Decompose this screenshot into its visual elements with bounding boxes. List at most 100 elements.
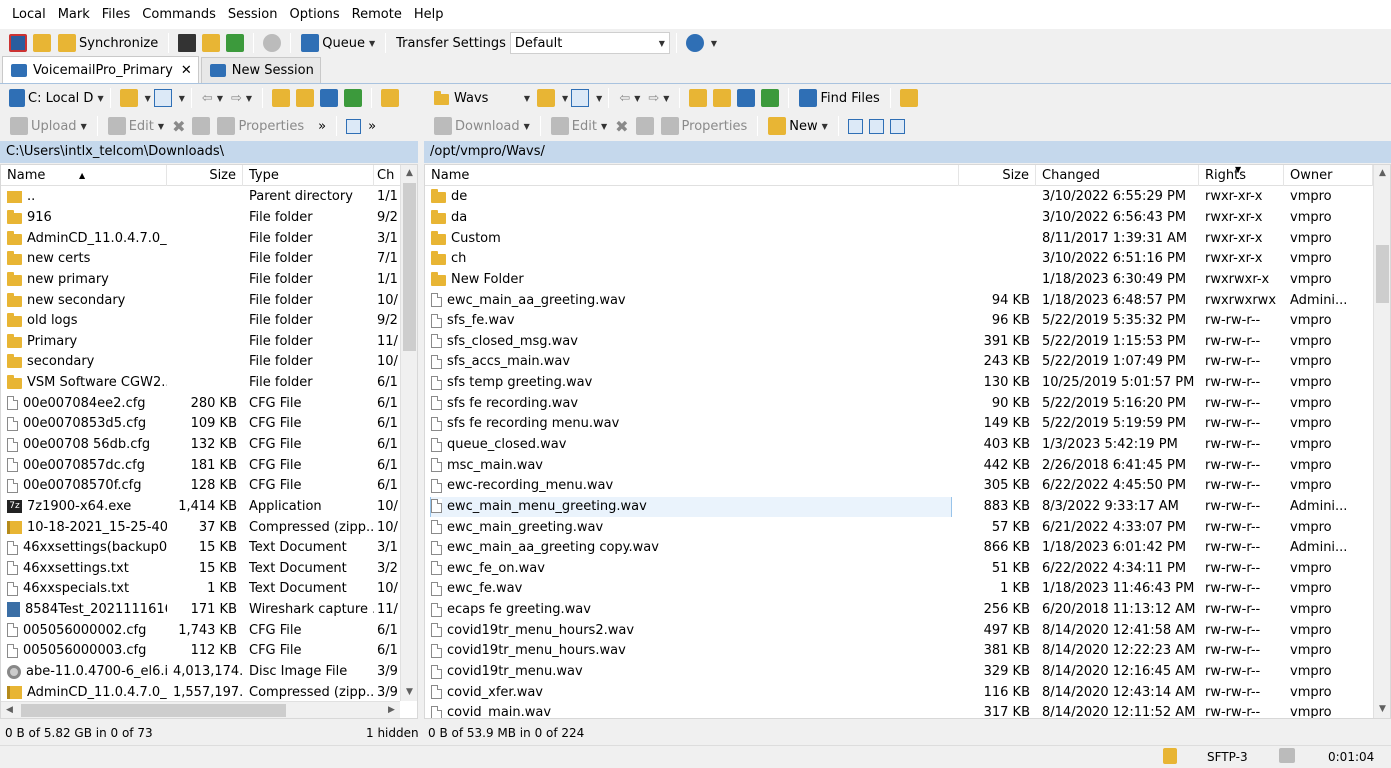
delete-icon[interactable]: ✖	[611, 114, 632, 138]
table-row[interactable]: 00e00708 56db.cfg 132 KB CFG File 6/1	[1, 435, 401, 456]
chevron-down-icon[interactable]: ▼	[562, 94, 568, 103]
table-row[interactable]: 8584Test_2021111616... 171 KB Wireshark ca…	[1, 600, 401, 621]
chevron-down-icon[interactable]: ▼	[596, 94, 602, 103]
rename-icon[interactable]	[192, 117, 211, 135]
table-row[interactable]: ewc-recording_menu.wav 305 KB 6/22/2022 4:…	[425, 476, 1373, 497]
table-row[interactable]: sfs temp greeting.wav 130 KB 10/25/2019 5:…	[425, 373, 1373, 394]
table-row[interactable]: sfs fe recording menu.wav 149 KB 5/22/2019…	[425, 414, 1373, 435]
transfer-settings-select[interactable]: Default ▼	[509, 32, 670, 54]
table-row[interactable]: da 3/10/2022 6:56:43 PM rwxr-xr-x vmpro	[425, 208, 1373, 229]
table-row[interactable]: 46xxsettings(backup0... 15 KB Text Documen…	[1, 538, 401, 559]
scroll-right-icon[interactable]: ▶	[383, 702, 400, 719]
table-row[interactable]: sfs_closed_msg.wav 391 KB 5/22/2019 1:15:5…	[425, 331, 1373, 352]
column-changed[interactable]: Changed	[1036, 165, 1199, 186]
table-row[interactable]: 7z 7z1900-x64.exe 1,414 KB Application 10/	[1, 497, 401, 518]
overflow-chevron-icon[interactable]: »	[364, 114, 380, 138]
download-button[interactable]: Download ▼	[430, 114, 534, 138]
table-row[interactable]: new certs File folder 7/1	[1, 249, 401, 270]
table-row[interactable]: old logs File folder 9/2	[1, 311, 401, 332]
table-row[interactable]: msc_main.wav 442 KB 2/26/2018 6:41:45 PM rw…	[425, 455, 1373, 476]
table-row[interactable]: queue_closed.wav 403 KB 1/3/2023 5:42:19 P…	[425, 435, 1373, 456]
refresh-icon[interactable]	[344, 89, 363, 107]
table-row[interactable]: covid19tr_menu_hours.wav 381 KB 8/14/2020 …	[425, 641, 1373, 662]
menu-item-help[interactable]: Help	[408, 0, 450, 29]
synchronize-button[interactable]: Synchronize	[54, 31, 162, 55]
table-row[interactable]: ewc_main_menu_greeting.wav 883 KB 8/3/2022…	[425, 496, 1373, 518]
table-row[interactable]: ch 3/10/2022 6:51:16 PM rwxr-xr-x vmpro	[425, 249, 1373, 270]
synchronize-browsing-icon[interactable]	[33, 34, 51, 52]
scroll-thumb[interactable]	[1376, 245, 1389, 303]
menu-item-commands[interactable]: Commands	[136, 0, 222, 29]
compare-directories-icon[interactable]	[9, 34, 27, 52]
table-row[interactable]: ewc_main_aa_greeting copy.wav 866 KB 1/18/…	[425, 538, 1373, 559]
queue-button[interactable]: Queue ▼	[297, 31, 379, 55]
table-row[interactable]: .. Parent directory 1/1	[1, 187, 401, 208]
properties-button[interactable]: Properties	[213, 114, 308, 138]
find-files-button[interactable]: Find Files	[795, 86, 883, 110]
table-row[interactable]: covid19tr_menu_hours2.wav 497 KB 8/14/2020…	[425, 620, 1373, 641]
chevron-down-icon[interactable]: ▼	[711, 39, 717, 48]
column-rights[interactable]: Rights ▼	[1199, 165, 1284, 186]
table-row[interactable]: new secondary File folder 10/	[1, 290, 401, 311]
table-row[interactable]: ewc_main_aa_greeting.wav 94 KB 1/18/2023 6…	[425, 290, 1373, 311]
scroll-up-icon[interactable]: ▲	[401, 165, 418, 182]
scroll-thumb[interactable]	[21, 704, 286, 717]
column-changed[interactable]: Ch	[374, 165, 401, 186]
menu-item-local[interactable]: Local	[6, 0, 52, 29]
menu-item-mark[interactable]: Mark	[52, 0, 96, 29]
table-row[interactable]: ewc_fe.wav 1 KB 1/18/2023 11:46:43 PM rw-rw…	[425, 579, 1373, 600]
forward-arrow-icon[interactable]: ⇨ ▼	[227, 86, 256, 110]
left-horizontal-scrollbar[interactable]: ◀ ▶	[1, 701, 400, 718]
table-row[interactable]: 00e00708570f.cfg 128 KB CFG File 6/1	[1, 476, 401, 497]
edit-button[interactable]: Edit ▼	[547, 114, 611, 138]
table-row[interactable]: ewc_main_greeting.wav 57 KB 6/21/2022 4:33…	[425, 517, 1373, 538]
back-arrow-icon[interactable]: ⇦ ▼	[198, 86, 227, 110]
table-row[interactable]: New Folder 1/18/2023 6:30:49 PM rwxrwxr-x v…	[425, 270, 1373, 291]
table-row[interactable]: AdminCD_11.0.4.7.0_... File folder 3/1	[1, 228, 401, 249]
menu-item-options[interactable]: Options	[284, 0, 346, 29]
edit-button[interactable]: Edit ▼	[104, 114, 168, 138]
chevron-down-icon[interactable]: ▼	[145, 94, 151, 103]
root-directory-icon[interactable]	[713, 89, 732, 107]
table-row[interactable]: ewc_fe_on.wav 51 KB 6/22/2022 4:34:11 PM rw…	[425, 559, 1373, 580]
table-row[interactable]: AdminCD_11.0.4.7.0_... 1,557,197... Compre…	[1, 682, 401, 701]
scroll-down-icon[interactable]: ▼	[1374, 701, 1391, 718]
table-row[interactable]: 00e0070857dc.cfg 181 KB CFG File 6/1	[1, 455, 401, 476]
rename-icon[interactable]	[635, 117, 654, 135]
properties-button[interactable]: Properties	[657, 114, 752, 138]
table-row[interactable]: covid_main.wav 317 KB 8/14/2020 12:11:52 A…	[425, 703, 1373, 718]
chevron-down-icon[interactable]: ▼	[179, 94, 185, 103]
tab-new-session[interactable]: New Session	[200, 57, 321, 83]
table-row[interactable]: 00e007084ee2.cfg 280 KB CFG File 6/1	[1, 393, 401, 414]
menu-item-session[interactable]: Session	[222, 0, 284, 29]
table-row[interactable]: de 3/10/2022 6:55:29 PM rwxr-xr-x vmpro	[425, 187, 1373, 208]
column-name[interactable]: Name	[425, 165, 959, 186]
table-row[interactable]: abe-11.0.4700-6_el6.iso 4,013,174... Disc …	[1, 662, 401, 683]
drive-select[interactable]: C: Local D ▼	[28, 86, 104, 110]
menu-item-files[interactable]: Files	[96, 0, 137, 29]
left-path-bar[interactable]: C:\Users\intlx_telcom\Downloads\	[0, 141, 418, 163]
table-row[interactable]: ecaps fe greeting.wav 256 KB 6/20/2018 11:…	[425, 600, 1373, 621]
column-owner[interactable]: Owner	[1284, 165, 1373, 186]
console-icon[interactable]	[178, 34, 197, 52]
back-arrow-icon[interactable]: ⇦ ▼	[615, 86, 644, 110]
upload-button[interactable]: Upload ▼	[6, 114, 91, 138]
select-minus-icon[interactable]	[868, 118, 884, 134]
remote-folder-select[interactable]: Wavs ▼	[430, 87, 534, 109]
table-row[interactable]: 10-18-2021_15-25-40_... 37 KB Compressed (…	[1, 517, 401, 538]
table-row[interactable]: 005056000003.cfg 112 KB CFG File 6/1	[1, 641, 401, 662]
refresh-icon[interactable]	[761, 89, 780, 107]
table-row[interactable]: Custom 8/11/2017 1:39:31 AM rwxr-xr-x vmpro	[425, 228, 1373, 249]
hidden-count[interactable]: 1 hidden	[366, 722, 419, 744]
tree-icon[interactable]	[899, 89, 918, 107]
select-plus-icon[interactable]	[847, 118, 863, 134]
scroll-up-icon[interactable]: ▲	[1374, 165, 1391, 182]
column-name[interactable]: Name ▲	[1, 165, 167, 186]
root-directory-icon[interactable]	[296, 89, 315, 107]
table-row[interactable]: sfs fe recording.wav 90 KB 5/22/2019 5:16:…	[425, 393, 1373, 414]
gear-icon[interactable]	[263, 34, 282, 52]
delete-icon[interactable]: ✖	[168, 114, 189, 138]
overflow-chevron-icon[interactable]: »	[314, 114, 330, 138]
new-button[interactable]: New ▼	[764, 114, 832, 138]
scroll-left-icon[interactable]: ◀	[1, 702, 18, 719]
